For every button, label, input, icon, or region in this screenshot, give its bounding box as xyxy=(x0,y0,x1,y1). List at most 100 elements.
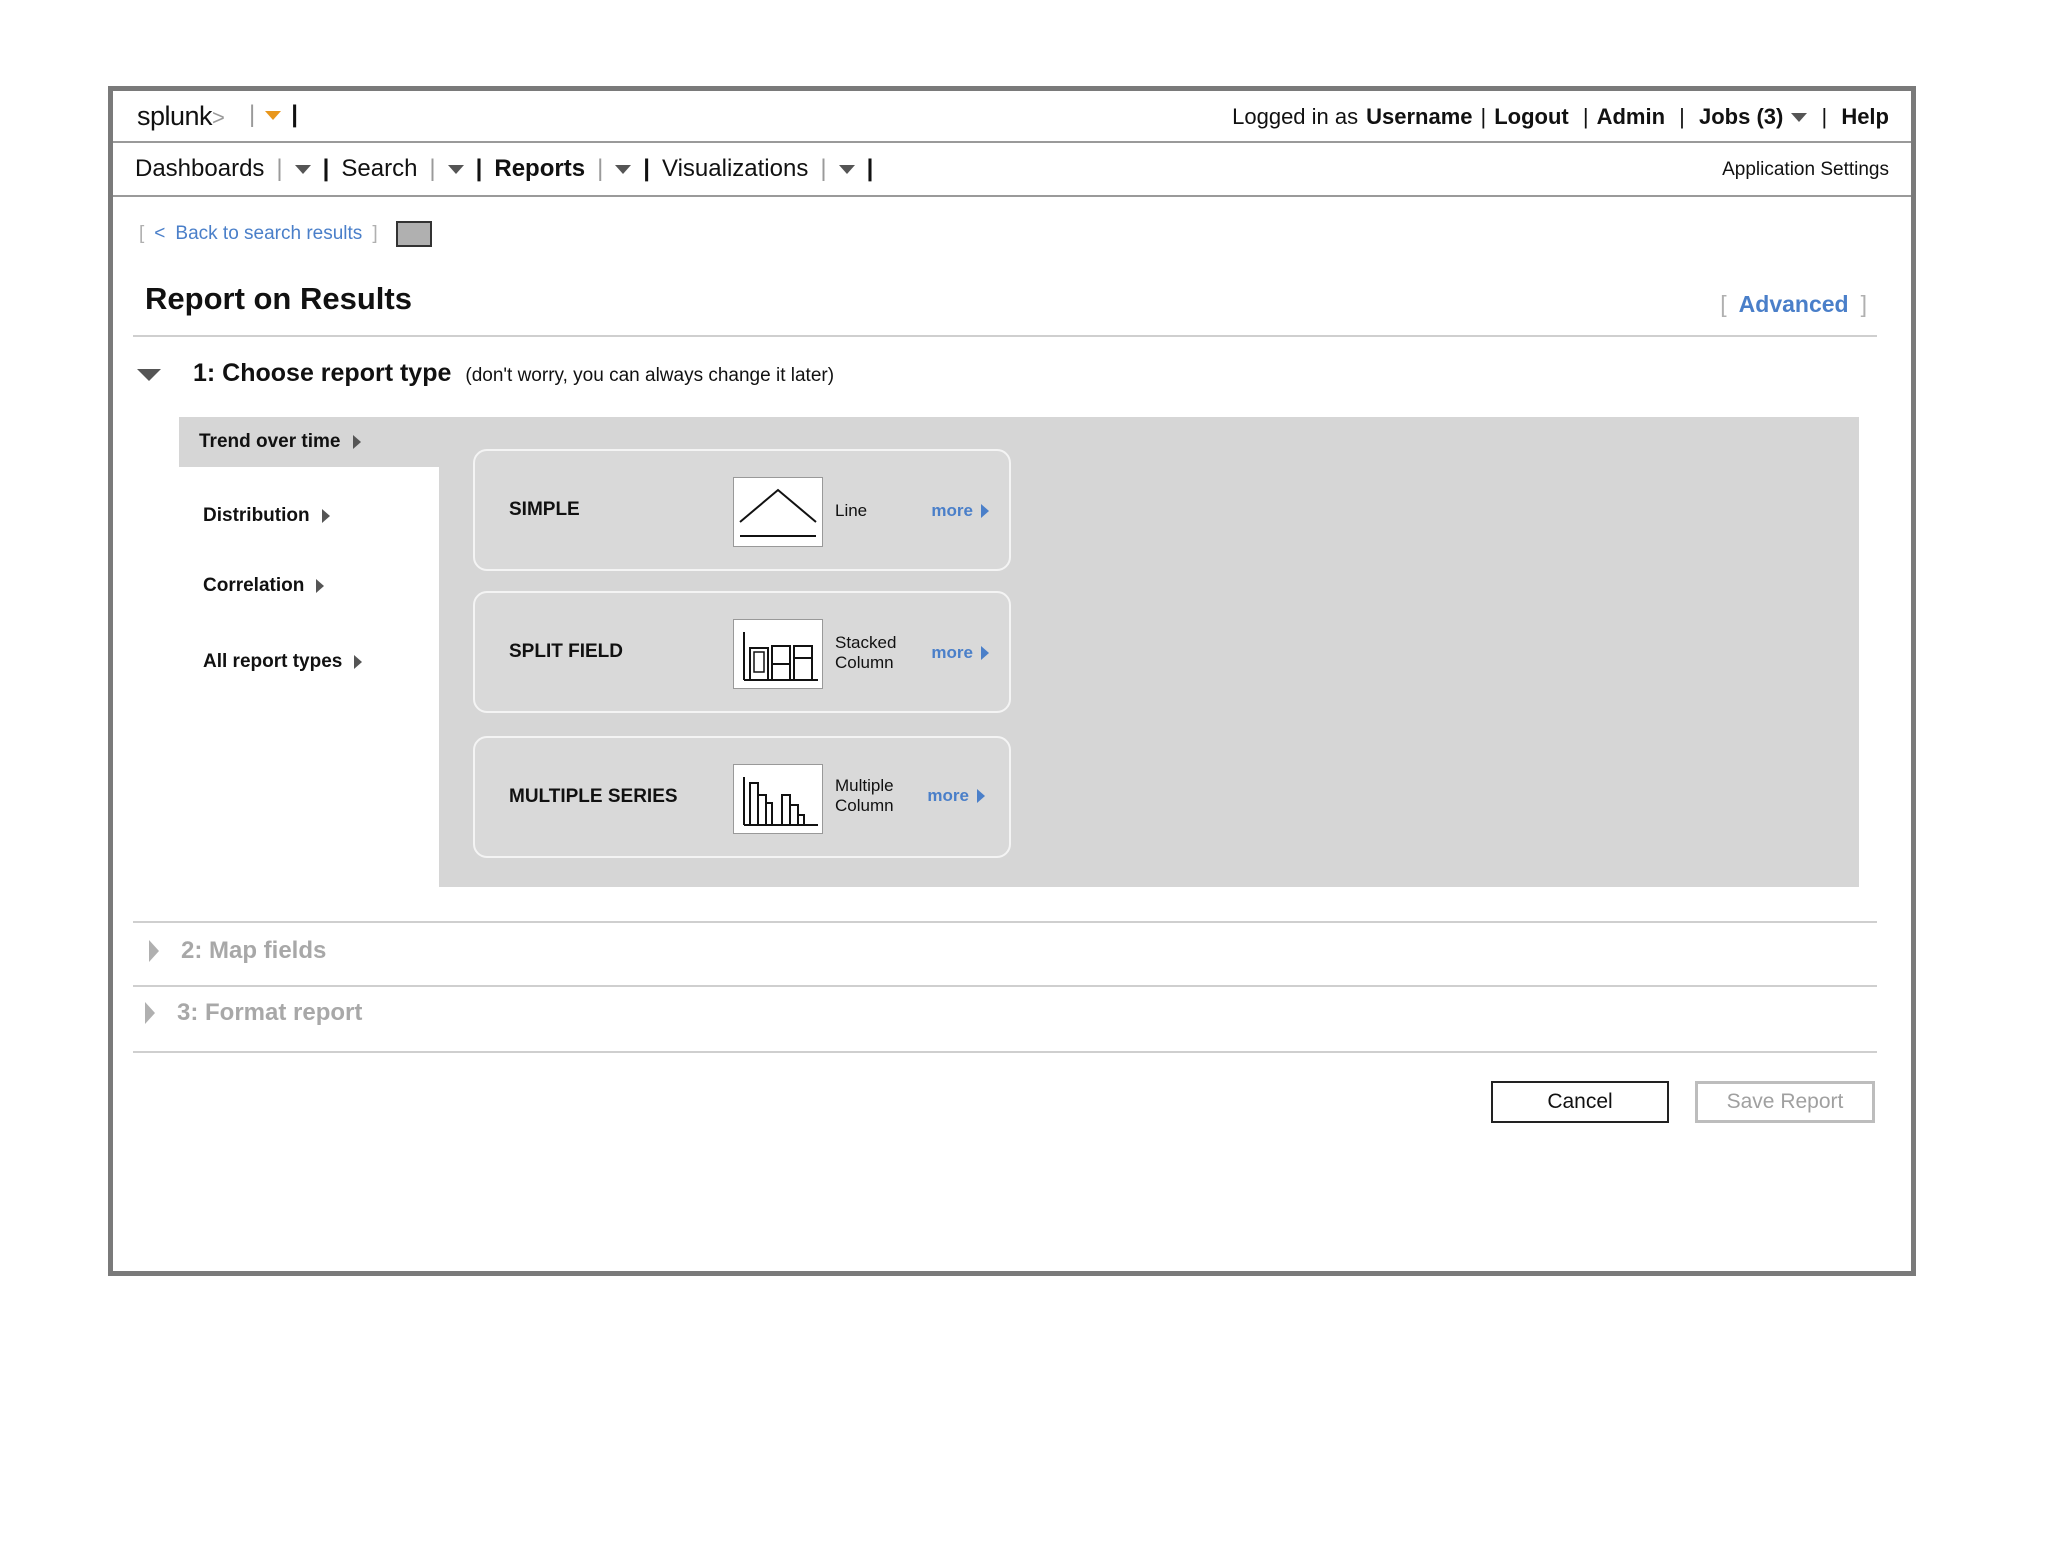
step1-header[interactable]: 1: Choose report type (don't worry, you … xyxy=(137,359,834,388)
back-to-results: [ < Back to search results ] xyxy=(139,221,432,247)
help-link[interactable]: Help xyxy=(1841,104,1889,130)
preview-thumbnail[interactable] xyxy=(395,221,432,247)
step2-header[interactable]: 2: Map fields xyxy=(149,937,326,965)
line-chart-icon xyxy=(733,477,823,547)
category-label: Distribution xyxy=(203,505,310,526)
separator: | xyxy=(1480,104,1487,129)
category-correlation[interactable]: Correlation xyxy=(179,561,441,611)
logged-in-label: Logged in as xyxy=(1232,104,1359,129)
jobs-link[interactable]: Jobs (3) xyxy=(1699,104,1783,130)
divider xyxy=(133,985,1877,987)
user-links: Logged in as Username | Logout | Admin |… xyxy=(1232,104,1889,130)
username-link[interactable]: Username xyxy=(1366,104,1472,130)
step3-title: 3: Format report xyxy=(177,999,363,1026)
separator: | xyxy=(643,155,651,182)
more-label: more xyxy=(931,643,973,662)
nav-dashboards[interactable]: Dashboards xyxy=(135,155,264,183)
nav-reports[interactable]: Reports xyxy=(494,155,585,183)
step1-title: 1: Choose report type xyxy=(193,359,452,387)
separator: | xyxy=(1576,104,1589,129)
more-label: more xyxy=(931,501,973,520)
card-type: Multiple Column xyxy=(835,776,894,816)
category-trend-over-time[interactable]: Trend over time xyxy=(179,417,441,467)
separator: | xyxy=(276,155,283,182)
card-type-line2: Column xyxy=(835,653,894,672)
reports-dropdown-icon[interactable] xyxy=(615,164,632,174)
separator: | xyxy=(1815,104,1834,129)
expanded-triangle-icon[interactable] xyxy=(137,369,161,381)
nav-visualizations[interactable]: Visualizations xyxy=(662,155,808,183)
separator: | xyxy=(475,155,483,182)
divider xyxy=(133,921,1877,923)
separator: | xyxy=(322,155,330,182)
separator: | xyxy=(597,155,604,182)
dashboards-dropdown-icon[interactable] xyxy=(294,164,311,174)
application-settings-link[interactable]: Application Settings xyxy=(1722,159,1889,181)
back-chevron-icon[interactable]: < xyxy=(154,223,165,245)
separator: | xyxy=(291,101,298,128)
stacked-column-chart-icon xyxy=(733,619,823,689)
visualizations-dropdown-icon[interactable] xyxy=(838,164,855,174)
arrow-right-icon xyxy=(354,655,363,669)
app-window: splunk> | | Logged in as Username | Logo… xyxy=(108,86,1916,1276)
back-to-search-results-link[interactable]: Back to search results xyxy=(175,223,362,245)
category-label: Trend over time xyxy=(199,431,341,452)
card-type-line1: Line xyxy=(835,501,868,520)
logo-chevron: > xyxy=(212,105,225,130)
category-distribution[interactable]: Distribution xyxy=(179,491,441,541)
arrow-right-icon xyxy=(321,509,330,523)
arrow-right-icon xyxy=(352,435,361,449)
collapsed-triangle-icon[interactable] xyxy=(145,1002,155,1024)
report-card-multiple-series[interactable]: MULTIPLE SERIES Multiple Column more xyxy=(473,736,1011,858)
category-label: Correlation xyxy=(203,575,305,596)
card-type-line2: Column xyxy=(835,796,894,815)
bracket: ] xyxy=(1860,291,1867,317)
advanced-toggle: [ Advanced ] xyxy=(1720,291,1867,318)
category-label: All report types xyxy=(203,651,343,672)
nav-bar: Dashboards | | Search | | Reports | | Vi… xyxy=(113,143,1911,197)
category-all-report-types[interactable]: All report types xyxy=(179,637,441,687)
search-dropdown-icon[interactable] xyxy=(447,164,464,174)
separator: | xyxy=(249,101,256,128)
divider xyxy=(133,1051,1877,1053)
splunk-logo[interactable]: splunk> xyxy=(137,101,225,132)
bracket: ] xyxy=(372,223,378,244)
logout-link[interactable]: Logout xyxy=(1494,104,1569,130)
more-label: more xyxy=(927,786,969,805)
admin-link[interactable]: Admin xyxy=(1597,104,1665,130)
card-label: SIMPLE xyxy=(509,499,580,520)
arrow-right-icon xyxy=(316,579,325,593)
save-report-button[interactable]: Save Report xyxy=(1695,1081,1875,1123)
step1-hint: (don't worry, you can always change it l… xyxy=(465,365,835,386)
cancel-button[interactable]: Cancel xyxy=(1491,1081,1669,1123)
bracket: [ xyxy=(1720,291,1727,317)
separator: | xyxy=(866,155,874,182)
step3-header[interactable]: 3: Format report xyxy=(145,999,362,1027)
card-type: Stacked Column xyxy=(835,633,896,673)
separator: | xyxy=(1673,104,1691,129)
main-nav: Dashboards | | Search | | Reports | | Vi… xyxy=(135,155,873,183)
separator: | xyxy=(429,155,436,182)
report-card-split-field[interactable]: SPLIT FIELD Stacked Column more xyxy=(473,591,1011,713)
app-menu: | | xyxy=(249,101,298,129)
separator: | xyxy=(820,155,827,182)
more-link[interactable]: more xyxy=(931,643,989,663)
advanced-link[interactable]: Advanced xyxy=(1739,291,1849,318)
arrow-right-icon xyxy=(977,789,985,803)
collapsed-triangle-icon[interactable] xyxy=(149,940,159,962)
more-link[interactable]: more xyxy=(927,786,985,806)
step2-title: 2: Map fields xyxy=(181,937,327,964)
top-bar: splunk> | | Logged in as Username | Logo… xyxy=(113,91,1911,143)
multiple-column-chart-icon xyxy=(733,764,823,834)
bracket: [ xyxy=(139,223,145,244)
app-dropdown-icon[interactable] xyxy=(265,110,282,120)
page-title: Report on Results xyxy=(145,281,412,316)
card-label: MULTIPLE SERIES xyxy=(509,786,678,807)
arrow-right-icon xyxy=(981,646,989,660)
report-card-simple[interactable]: SIMPLE Line more xyxy=(473,449,1011,571)
nav-search[interactable]: Search xyxy=(341,155,417,183)
jobs-dropdown-icon[interactable] xyxy=(1791,112,1808,122)
more-link[interactable]: more xyxy=(931,501,989,521)
card-type-line1: Stacked xyxy=(835,633,897,652)
logo-text: splunk xyxy=(137,101,213,131)
